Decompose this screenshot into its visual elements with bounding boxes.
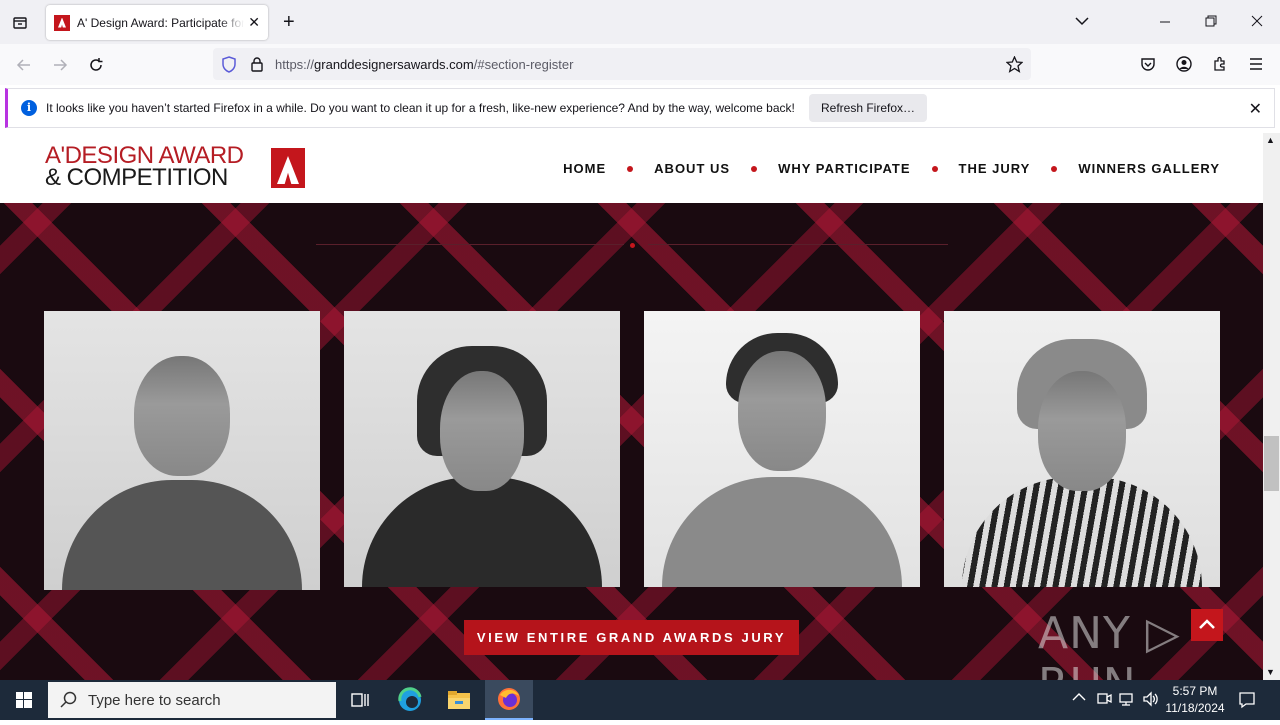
- scroll-down-arrow-icon[interactable]: ▼: [1266, 668, 1275, 677]
- account-icon[interactable]: [1176, 56, 1192, 76]
- pocket-icon[interactable]: [1140, 56, 1156, 76]
- section-divider-right: [648, 244, 948, 245]
- notification-bar: i It looks like you haven’t started Fire…: [5, 88, 1275, 128]
- nav-separator-dot: [627, 165, 634, 172]
- logo-mark-icon[interactable]: [271, 148, 305, 188]
- nav-about-us[interactable]: ABOUT US: [654, 161, 730, 176]
- notification-message: It looks like you haven’t started Firefo…: [46, 101, 795, 115]
- show-hidden-icons-icon[interactable]: [1072, 692, 1086, 704]
- section-divider-dot: [630, 243, 635, 248]
- scrollbar-thumb[interactable]: [1264, 436, 1279, 491]
- forward-icon[interactable]: [52, 57, 68, 77]
- clock-date: 11/18/2024: [1165, 701, 1225, 715]
- refresh-firefox-button[interactable]: Refresh Firefox…: [809, 94, 928, 122]
- firefox-app-button[interactable]: [485, 680, 533, 720]
- minimize-window-icon[interactable]: [1159, 12, 1171, 28]
- view-jury-button[interactable]: VIEW ENTIRE GRAND AWARDS JURY: [464, 620, 799, 655]
- browser-tab-active[interactable]: A' Design Award: Participate for ✕: [46, 5, 268, 40]
- juror-photo-2[interactable]: [344, 311, 620, 587]
- windows-taskbar: Type here to search 5:57 PM 11/18/2024: [0, 680, 1280, 720]
- juror-head: [134, 356, 230, 476]
- restore-window-icon[interactable]: [1205, 15, 1217, 31]
- meet-now-icon[interactable]: [1096, 691, 1112, 711]
- url-host: granddesignersawards.com: [314, 57, 474, 72]
- windows-logo-icon: [16, 692, 32, 708]
- list-all-tabs-icon[interactable]: [1075, 14, 1089, 30]
- edge-icon: [398, 687, 422, 711]
- clock-time: 5:57 PM: [1172, 684, 1218, 698]
- juror-dress: [962, 477, 1202, 587]
- anyrun-watermark: ANY ▷ RUN: [1038, 608, 1181, 680]
- nav-home[interactable]: HOME: [563, 161, 606, 176]
- tracking-protection-shield-icon[interactable]: [221, 56, 237, 77]
- file-explorer-icon: [448, 691, 470, 709]
- close-window-icon[interactable]: [1251, 15, 1263, 31]
- bookmark-star-icon[interactable]: [1005, 55, 1024, 77]
- network-icon[interactable]: [1119, 691, 1137, 711]
- task-view-button[interactable]: [336, 680, 384, 720]
- task-view-icon: [351, 693, 369, 707]
- edge-app-button[interactable]: [386, 680, 434, 720]
- juror-jacket: [662, 477, 902, 587]
- jury-section: VIEW ENTIRE GRAND AWARDS JURY ANY ▷ RUN: [0, 203, 1263, 680]
- web-page: A'DESIGN AWARD & COMPETITION HOME ABOUT …: [0, 133, 1263, 680]
- nav-separator-dot: [931, 165, 938, 172]
- tab-strip: A' Design Award: Participate for ✕ +: [0, 0, 1280, 44]
- juror-suit: [62, 480, 302, 590]
- scroll-up-arrow-icon[interactable]: ▲: [1266, 136, 1275, 145]
- section-divider-left: [316, 244, 624, 245]
- app-menu-icon[interactable]: [1248, 57, 1264, 75]
- nav-separator-dot: [751, 165, 758, 172]
- juror-photo-3[interactable]: [644, 311, 920, 587]
- nav-why-participate[interactable]: WHY PARTICIPATE: [778, 161, 910, 176]
- juror-top: [362, 477, 602, 587]
- close-tab-icon[interactable]: ✕: [248, 14, 260, 31]
- nav-winners-gallery[interactable]: WINNERS GALLERY: [1078, 161, 1220, 176]
- info-icon: i: [21, 100, 37, 116]
- page-scrollbar[interactable]: [1263, 133, 1280, 680]
- juror-head: [1038, 371, 1126, 491]
- extensions-icon[interactable]: [1212, 56, 1228, 76]
- logo-line-2: & COMPETITION: [45, 164, 228, 191]
- search-placeholder: Type here to search: [88, 691, 221, 709]
- firefox-icon: [498, 688, 520, 710]
- tab-manager-icon[interactable]: [12, 14, 28, 34]
- url-path: /#section-register: [473, 57, 574, 72]
- lock-icon[interactable]: [249, 56, 265, 76]
- volume-icon[interactable]: [1142, 691, 1160, 711]
- nav-separator-dot: [1051, 165, 1058, 172]
- new-tab-icon[interactable]: +: [283, 12, 295, 32]
- juror-head: [440, 371, 524, 491]
- system-clock[interactable]: 5:57 PM 11/18/2024: [1160, 683, 1230, 717]
- url-text[interactable]: https://granddesignersawards.com/#sectio…: [275, 57, 573, 72]
- back-icon[interactable]: [16, 57, 32, 77]
- scroll-to-top-button[interactable]: [1191, 609, 1223, 641]
- tab-title: A' Design Award: Participate for: [77, 15, 245, 30]
- file-explorer-button[interactable]: [435, 680, 483, 720]
- site-header: A'DESIGN AWARD & COMPETITION HOME ABOUT …: [0, 133, 1263, 203]
- juror-photo-1[interactable]: [44, 311, 320, 590]
- nav-the-jury[interactable]: THE JURY: [959, 161, 1031, 176]
- juror-head: [738, 351, 826, 471]
- reload-icon[interactable]: [88, 57, 104, 77]
- close-notification-icon[interactable]: ✕: [1249, 99, 1262, 119]
- url-scheme: https://: [275, 57, 315, 72]
- start-button[interactable]: [0, 680, 48, 720]
- search-icon: [60, 691, 77, 708]
- taskbar-search-box[interactable]: Type here to search: [48, 682, 336, 718]
- notifications-icon[interactable]: [1238, 691, 1256, 713]
- site-logo[interactable]: A'DESIGN AWARD & COMPETITION: [45, 144, 244, 191]
- adesign-favicon-icon: [54, 14, 70, 31]
- main-navigation: HOME ABOUT US WHY PARTICIPATE THE JURY W…: [563, 161, 1220, 176]
- juror-photo-4[interactable]: [944, 311, 1220, 587]
